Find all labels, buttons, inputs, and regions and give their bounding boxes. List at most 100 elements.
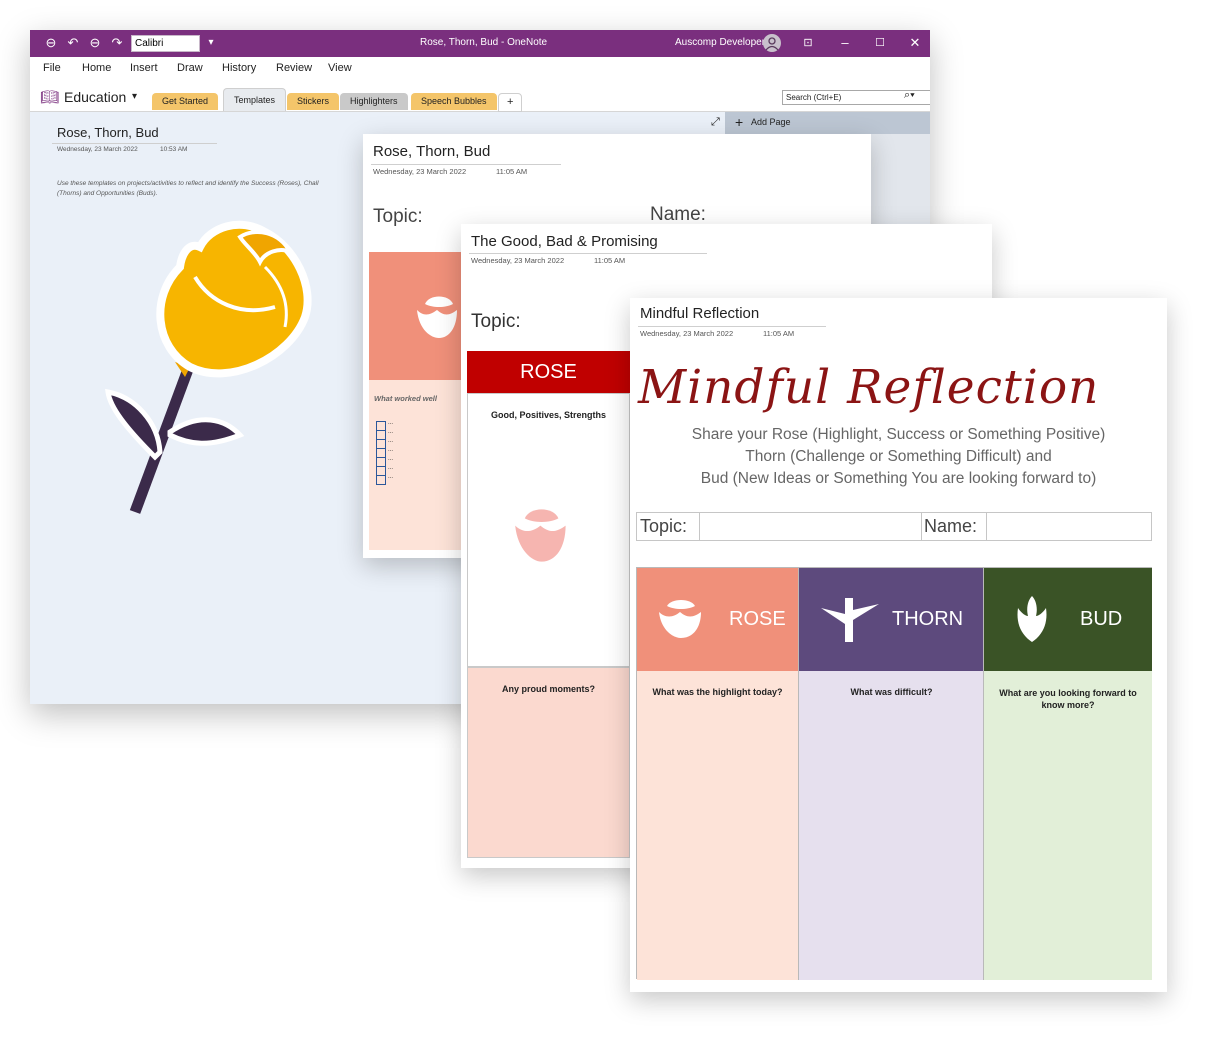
redo-icon[interactable]: ↷ xyxy=(108,34,126,52)
notebook-name[interactable]: Education xyxy=(64,89,126,105)
rose-icon xyxy=(659,600,701,638)
close-icon[interactable]: ✕ xyxy=(906,34,924,52)
menu-bar: File Home Insert Draw History Review Vie… xyxy=(30,57,930,79)
user-name[interactable]: Auscomp Developer xyxy=(675,37,765,48)
thorn-header-cell: THORN xyxy=(798,568,984,671)
topic-name-row: Topic: Name: xyxy=(636,512,1152,541)
font-name-box[interactable]: Calibri xyxy=(131,35,200,52)
topic-label: Topic: xyxy=(640,516,688,536)
topic-label: Topic: xyxy=(373,206,423,227)
prompt-text: What worked well xyxy=(374,394,437,403)
tab-highlighters[interactable]: Highlighters xyxy=(340,93,408,110)
tab-templates[interactable]: Templates xyxy=(223,88,287,111)
card-date: Wednesday, 23 March 2022 xyxy=(373,167,467,176)
template-card-mindful-reflection: Mindful Reflection Wednesday, 23 March 2… xyxy=(630,298,1167,992)
card-time: 11:05 AM xyxy=(594,256,626,265)
rose-label: ROSE xyxy=(729,608,786,630)
section-tab-row: 📖︎ Education ▾ Get Started Templates Sti… xyxy=(30,79,930,112)
maximize-icon[interactable]: ☐ xyxy=(871,34,889,52)
name-input[interactable] xyxy=(986,513,1152,540)
topic-label: Topic: xyxy=(471,311,521,332)
card-time: 11:05 AM xyxy=(763,329,795,338)
rose-icon xyxy=(417,296,457,338)
instruction-line-1: Share your Rose (Highlight, Success or S… xyxy=(691,426,1106,443)
reflection-table: ROSE What was the highlight today? THORN… xyxy=(636,567,1152,980)
title-underline xyxy=(469,253,707,254)
page-body-line1: Use these templates on projects/activiti… xyxy=(57,180,319,187)
topic-input[interactable] xyxy=(699,513,922,540)
page-time: 10:53 AM xyxy=(160,146,188,153)
minimize-icon[interactable]: – xyxy=(836,34,854,52)
name-label: Name: xyxy=(924,516,978,536)
title-bar: ⊖ ↶ ⊖ ↷ Calibri ▾ Rose, Thorn, Bud - One… xyxy=(30,30,930,57)
back-icon[interactable]: ⊖ xyxy=(42,34,60,52)
rose-body-cell: What worked well ... ... ... ... ... ...… xyxy=(369,380,467,550)
proud-moments-cell: Any proud moments? xyxy=(467,667,630,858)
proud-moments-label: Any proud moments? xyxy=(501,684,595,694)
title-underline xyxy=(371,164,561,165)
rose-icon xyxy=(515,509,566,562)
ribbon-display-icon[interactable]: ⊡ xyxy=(799,34,817,52)
rose-sticker-image xyxy=(105,220,312,514)
bud-question: What are you looking forward to know mor… xyxy=(999,688,1137,710)
thorn-label: THORN xyxy=(892,608,964,630)
instructions-block: Share your Rose (Highlight, Success or S… xyxy=(630,424,1167,490)
person-icon xyxy=(765,37,779,51)
checkbox-text: ... xyxy=(388,474,394,480)
rose-body-cell[interactable]: What was the highlight today? xyxy=(637,671,798,980)
instruction-line-3: Bud (New Ideas or Something You are look… xyxy=(700,470,1097,487)
quick-access-dropdown-icon[interactable]: ▾ xyxy=(202,34,220,52)
page-body-line2: (Thorns) and Opportunities (Buds). xyxy=(57,190,158,197)
rose-question: What was the highlight today? xyxy=(652,687,783,697)
add-section-button[interactable]: + xyxy=(498,93,523,112)
page-date: Wednesday, 23 March 2022 xyxy=(57,146,138,153)
instruction-line-2: Thorn (Challenge or Something Difficult)… xyxy=(745,448,1052,465)
thorn-question: What was difficult? xyxy=(850,687,933,697)
avatar[interactable] xyxy=(763,34,781,52)
title-underline xyxy=(638,326,826,327)
rose-header-cell: ROSE xyxy=(637,568,798,671)
menu-draw[interactable]: Draw xyxy=(177,62,203,74)
checkbox-text: ... xyxy=(388,420,394,426)
card-title: Mindful Reflection xyxy=(640,305,760,322)
checkbox[interactable] xyxy=(376,475,386,485)
checkbox-text: ... xyxy=(388,465,394,471)
notebook-dropdown-icon[interactable]: ▾ xyxy=(132,91,137,102)
notebook-icon[interactable]: 📖︎ xyxy=(40,88,59,106)
menu-view[interactable]: View xyxy=(328,62,352,74)
rose-body: Good, Positives, Strengths xyxy=(467,393,630,667)
bud-icon xyxy=(1017,596,1047,642)
title-underline xyxy=(52,143,217,144)
tab-stickers[interactable]: Stickers xyxy=(287,93,340,110)
name-label: Name: xyxy=(650,204,706,225)
card-date: Wednesday, 23 March 2022 xyxy=(640,329,734,338)
menu-file[interactable]: File xyxy=(43,62,61,74)
thorn-icon xyxy=(821,598,879,642)
bud-body-cell[interactable]: What are you looking forward to know mor… xyxy=(983,671,1152,980)
rose-header: ROSE xyxy=(467,351,630,393)
window-title: Rose, Thorn, Bud - OneNote xyxy=(420,37,548,48)
mindful-heading: Mindful Reflection xyxy=(638,360,1100,415)
menu-history[interactable]: History xyxy=(222,62,256,74)
search-icon[interactable]: ⌕▾ xyxy=(904,89,915,102)
undo-icon[interactable]: ↶ xyxy=(64,34,82,52)
menu-home[interactable]: Home xyxy=(82,62,111,74)
card-title: The Good, Bad & Promising xyxy=(471,233,658,250)
checkbox-text: ... xyxy=(388,429,394,435)
bud-label: BUD xyxy=(1080,608,1123,630)
card-date: Wednesday, 23 March 2022 xyxy=(471,256,565,265)
card-time: 11:05 AM xyxy=(496,167,528,176)
checkbox-text: ... xyxy=(388,447,394,453)
tab-get-started[interactable]: Get Started xyxy=(152,93,219,110)
thorn-body-cell[interactable]: What was difficult? xyxy=(798,671,984,980)
page-title[interactable]: Rose, Thorn, Bud xyxy=(57,125,159,140)
checkbox-text: ... xyxy=(388,456,394,462)
menu-insert[interactable]: Insert xyxy=(130,62,158,74)
forward-icon[interactable]: ⊖ xyxy=(86,34,104,52)
menu-review[interactable]: Review xyxy=(276,62,312,74)
rose-subheading: Good, Positives, Strengths xyxy=(490,410,607,420)
bud-header-cell: BUD xyxy=(983,568,1152,671)
tab-speech-bubbles[interactable]: Speech Bubbles xyxy=(411,93,497,110)
card-title: Rose, Thorn, Bud xyxy=(373,143,491,160)
checkbox-text: ... xyxy=(388,438,394,444)
